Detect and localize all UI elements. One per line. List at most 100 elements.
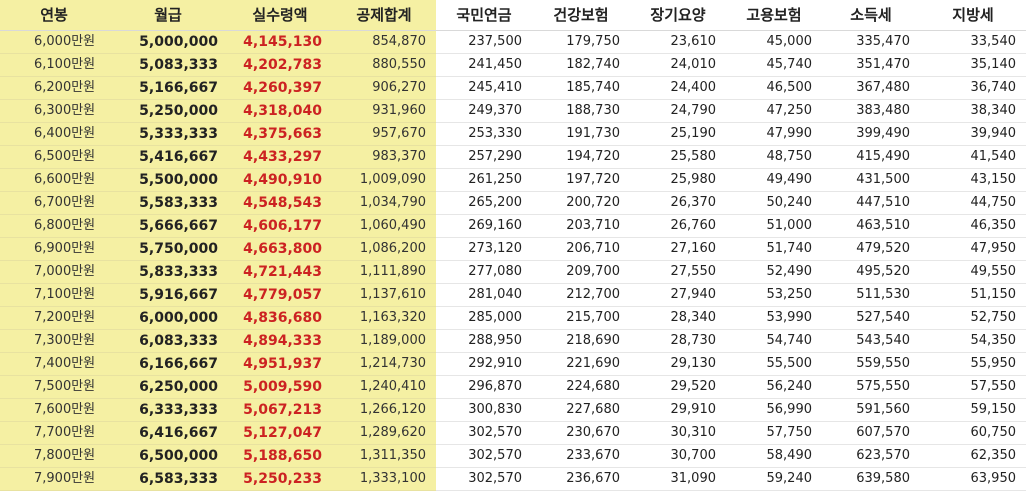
table-header: 연봉 월급 실수령액 공제합계 국민연금 건강보험 장기요양 고용보험 소득세 지방세 [0,0,1026,31]
monthly-salary-cell: 6,416,667 [108,421,228,445]
national-pension-cell: 273,120 [436,237,532,261]
monthly-salary-cell: 5,000,000 [108,30,228,54]
national-pension-cell: 265,200 [436,191,532,215]
net-pay-cell: 4,260,397 [228,76,332,100]
employment-insurance-cell: 54,740 [726,329,822,353]
health-insurance-cell: 233,670 [532,444,630,468]
total-deduction-cell: 854,870 [332,30,436,54]
employment-insurance-cell: 52,490 [726,260,822,284]
income-tax-cell: 463,510 [822,214,920,238]
annual-salary-cell: 6,800만원 [0,214,108,238]
national-pension-cell: 241,450 [436,53,532,77]
health-insurance-cell: 221,690 [532,352,630,376]
long-term-care-cell: 24,400 [630,76,726,100]
income-tax-cell: 607,570 [822,421,920,445]
annual-salary-cell: 7,600만원 [0,398,108,422]
total-deduction-cell: 1,009,090 [332,168,436,192]
national-pension-cell: 288,950 [436,329,532,353]
table-row: 6,400만원 5,333,333 4,375,663 957,670 253,330 1… [0,122,1026,146]
monthly-salary-cell: 6,583,333 [108,467,228,491]
local-tax-cell: 49,550 [920,260,1026,284]
annual-salary-cell: 7,400만원 [0,352,108,376]
income-tax-cell: 623,570 [822,444,920,468]
total-deduction-cell: 1,034,790 [332,191,436,215]
local-tax-cell: 47,950 [920,237,1026,261]
national-pension-cell: 302,570 [436,444,532,468]
header-income-tax: 소득세 [822,0,920,31]
employment-insurance-cell: 53,250 [726,283,822,307]
health-insurance-cell: 182,740 [532,53,630,77]
net-pay-cell: 4,375,663 [228,122,332,146]
national-pension-cell: 245,410 [436,76,532,100]
net-pay-cell: 4,894,333 [228,329,332,353]
employment-insurance-cell: 45,000 [726,30,822,54]
employment-insurance-cell: 55,500 [726,352,822,376]
table-row: 7,300만원 6,083,333 4,894,333 1,189,000 288,95… [0,329,1026,353]
table-row: 6,000만원 5,000,000 4,145,130 854,870 237,500 1… [0,30,1026,54]
employment-insurance-cell: 51,000 [726,214,822,238]
income-tax-cell: 495,520 [822,260,920,284]
national-pension-cell: 302,570 [436,421,532,445]
long-term-care-cell: 29,910 [630,398,726,422]
long-term-care-cell: 31,090 [630,467,726,491]
table-row: 6,300만원 5,250,000 4,318,040 931,960 249,370 1… [0,99,1026,123]
total-deduction-cell: 1,137,610 [332,283,436,307]
long-term-care-cell: 24,010 [630,53,726,77]
local-tax-cell: 59,150 [920,398,1026,422]
monthly-salary-cell: 5,583,333 [108,191,228,215]
total-deduction-cell: 1,163,320 [332,306,436,330]
long-term-care-cell: 23,610 [630,30,726,54]
net-pay-cell: 4,433,297 [228,145,332,169]
monthly-salary-cell: 6,500,000 [108,444,228,468]
local-tax-cell: 36,740 [920,76,1026,100]
national-pension-cell: 261,250 [436,168,532,192]
total-deduction-cell: 1,060,490 [332,214,436,238]
income-tax-cell: 527,540 [822,306,920,330]
salary-table: 연봉 월급 실수령액 공제합계 국민연금 건강보험 장기요양 고용보험 소득세 지방세 6,000… [0,0,1026,491]
employment-insurance-cell: 49,490 [726,168,822,192]
total-deduction-cell: 1,289,620 [332,421,436,445]
local-tax-cell: 60,750 [920,421,1026,445]
annual-salary-cell: 7,500만원 [0,375,108,399]
income-tax-cell: 511,530 [822,283,920,307]
local-tax-cell: 43,150 [920,168,1026,192]
national-pension-cell: 281,040 [436,283,532,307]
table-row: 7,900만원 6,583,333 5,250,233 1,333,100 302,57… [0,467,1026,491]
table-row: 7,800만원 6,500,000 5,188,650 1,311,350 302,57… [0,444,1026,468]
income-tax-cell: 591,560 [822,398,920,422]
long-term-care-cell: 27,160 [630,237,726,261]
net-pay-cell: 4,606,177 [228,214,332,238]
table-row: 7,400만원 6,166,667 4,951,937 1,214,730 292,91… [0,352,1026,376]
annual-salary-cell: 7,100만원 [0,283,108,307]
annual-salary-cell: 7,000만원 [0,260,108,284]
employment-insurance-cell: 50,240 [726,191,822,215]
annual-salary-cell: 7,300만원 [0,329,108,353]
monthly-salary-cell: 5,750,000 [108,237,228,261]
net-pay-cell: 4,779,057 [228,283,332,307]
monthly-salary-cell: 5,916,667 [108,283,228,307]
employment-insurance-cell: 48,750 [726,145,822,169]
health-insurance-cell: 224,680 [532,375,630,399]
annual-salary-cell: 7,900만원 [0,467,108,491]
health-insurance-cell: 188,730 [532,99,630,123]
national-pension-cell: 292,910 [436,352,532,376]
net-pay-cell: 4,951,937 [228,352,332,376]
annual-salary-cell: 6,200만원 [0,76,108,100]
health-insurance-cell: 215,700 [532,306,630,330]
national-pension-cell: 237,500 [436,30,532,54]
header-total-deduction: 공제합계 [332,0,436,31]
monthly-salary-cell: 5,333,333 [108,122,228,146]
total-deduction-cell: 906,270 [332,76,436,100]
long-term-care-cell: 25,980 [630,168,726,192]
monthly-salary-cell: 6,333,333 [108,398,228,422]
table-row: 6,800만원 5,666,667 4,606,177 1,060,490 269,16… [0,214,1026,238]
monthly-salary-cell: 5,666,667 [108,214,228,238]
annual-salary-cell: 7,800만원 [0,444,108,468]
total-deduction-cell: 1,240,410 [332,375,436,399]
table-row: 6,100만원 5,083,333 4,202,783 880,550 241,450 1… [0,53,1026,77]
health-insurance-cell: 191,730 [532,122,630,146]
long-term-care-cell: 27,940 [630,283,726,307]
header-local-tax: 지방세 [920,0,1026,31]
national-pension-cell: 285,000 [436,306,532,330]
local-tax-cell: 52,750 [920,306,1026,330]
